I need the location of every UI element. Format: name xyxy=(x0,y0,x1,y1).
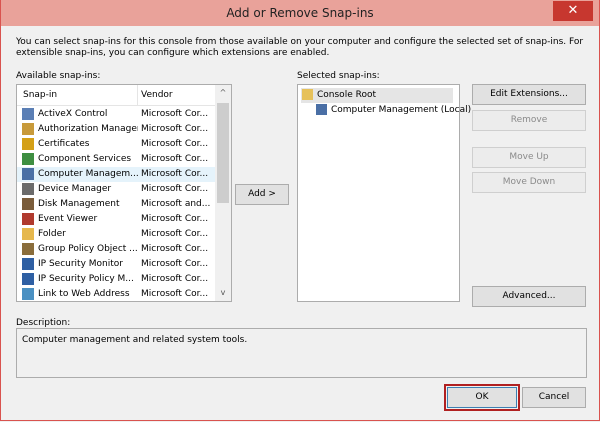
snapin-name: Device Manager xyxy=(38,184,112,194)
snapin-row[interactable]: Authorization Manager Microsoft Cor... xyxy=(17,122,215,137)
column-header-vendor[interactable]: Vendor xyxy=(141,90,173,100)
snapin-name: Component Services xyxy=(38,154,132,164)
tree-item-label: Console Root xyxy=(317,90,376,100)
snapin-name: Authorization Manager xyxy=(38,124,138,134)
snapin-row[interactable]: ActiveX Control Microsoft Cor... xyxy=(17,107,215,122)
advanced-button[interactable]: Advanced... xyxy=(472,286,586,307)
edit-extensions-button[interactable]: Edit Extensions... xyxy=(472,84,586,105)
snapin-row[interactable]: Folder Microsoft Cor... xyxy=(17,227,215,242)
device-manager-icon xyxy=(22,183,34,195)
snapin-row[interactable]: Certificates Microsoft Cor... xyxy=(17,137,215,152)
move-down-button[interactable]: Move Down xyxy=(472,172,586,193)
console-root-icon xyxy=(302,89,313,100)
computer-management-icon xyxy=(316,104,327,115)
folder-icon xyxy=(22,228,34,240)
snapin-row[interactable]: IP Security Policy M... Microsoft Cor... xyxy=(17,272,215,287)
computer-management-icon xyxy=(22,168,34,180)
snapin-vendor: Microsoft and... xyxy=(141,199,211,209)
selected-snapins-tree[interactable]: Console Root Computer Management (Local) xyxy=(297,84,471,302)
snapin-row[interactable]: Computer Managem... Microsoft Cor... xyxy=(17,167,215,182)
scroll-down-icon[interactable]: v xyxy=(218,288,228,297)
dialog-title: Add or Remove Snap-ins xyxy=(226,6,374,20)
column-header-snapin[interactable]: Snap-in xyxy=(23,90,57,100)
description-text: Computer management and related system t… xyxy=(22,335,248,345)
snapin-vendor: Microsoft Cor... xyxy=(141,124,209,134)
activex-icon xyxy=(22,108,34,120)
available-snapins-list[interactable]: Snap-in Vendor ActiveX Control Microsoft … xyxy=(16,84,232,302)
vertical-scrollbar[interactable]: ^ v xyxy=(215,85,231,301)
ip-security-monitor-icon xyxy=(22,258,34,270)
snapin-vendor: Microsoft Cor... xyxy=(141,259,209,269)
snapin-name: Computer Managem... xyxy=(38,169,138,179)
close-button[interactable]: ✕ xyxy=(553,1,593,21)
group-policy-icon xyxy=(22,243,34,255)
snapin-name: Certificates xyxy=(38,139,90,149)
ok-button[interactable]: OK xyxy=(444,384,520,411)
cancel-button[interactable]: Cancel xyxy=(522,387,586,408)
scroll-up-icon[interactable]: ^ xyxy=(218,88,228,97)
link-icon xyxy=(22,288,34,300)
column-divider[interactable] xyxy=(137,85,138,105)
snapin-name: Event Viewer xyxy=(38,214,98,224)
snapin-row[interactable]: Disk Management Microsoft and... xyxy=(17,197,215,212)
component-services-icon xyxy=(22,153,34,165)
snapin-vendor: Microsoft Cor... xyxy=(141,214,209,224)
snapin-row[interactable]: Device Manager Microsoft Cor... xyxy=(17,182,215,197)
description-box: Computer management and related system t… xyxy=(16,328,587,378)
add-remove-snapins-dialog: Add or Remove Snap-ins ✕ You can select … xyxy=(0,0,600,421)
list-header: Snap-in Vendor xyxy=(17,85,215,106)
event-viewer-icon xyxy=(22,213,34,225)
remove-button[interactable]: Remove xyxy=(472,110,586,131)
snapin-name: IP Security Policy M... xyxy=(38,274,134,284)
snapin-row[interactable]: Component Services Microsoft Cor... xyxy=(17,152,215,167)
snapin-name: Folder xyxy=(38,229,66,239)
snapin-vendor: Microsoft Cor... xyxy=(141,169,209,179)
tree-item-label: Computer Management (Local) xyxy=(331,105,472,115)
certificates-icon xyxy=(22,138,34,150)
snapin-name: IP Security Monitor xyxy=(38,259,123,269)
add-button[interactable]: Add > xyxy=(235,184,289,205)
close-icon: ✕ xyxy=(567,3,579,18)
snapin-vendor: Microsoft Cor... xyxy=(141,289,209,299)
snapin-name: Group Policy Object ... xyxy=(38,244,138,254)
move-up-button[interactable]: Move Up xyxy=(472,147,586,168)
snapin-row[interactable]: Event Viewer Microsoft Cor... xyxy=(17,212,215,227)
intro-text: You can select snap-ins for this console… xyxy=(16,37,584,58)
description-label: Description: xyxy=(16,318,71,328)
snapin-vendor: Microsoft Cor... xyxy=(141,184,209,194)
snapin-vendor: Microsoft Cor... xyxy=(141,109,209,119)
authorization-icon xyxy=(22,123,34,135)
available-snapins-label: Available snap-ins: xyxy=(16,71,101,81)
ip-security-policy-icon xyxy=(22,273,34,285)
snapin-vendor: Microsoft Cor... xyxy=(141,244,209,254)
selected-snapins-label: Selected snap-ins: xyxy=(297,71,380,81)
scrollbar-thumb[interactable] xyxy=(217,103,229,203)
disk-management-icon xyxy=(22,198,34,210)
snapin-name: ActiveX Control xyxy=(38,109,108,119)
snapin-row[interactable]: IP Security Monitor Microsoft Cor... xyxy=(17,257,215,272)
snapin-vendor: Microsoft Cor... xyxy=(141,154,209,164)
snapin-name: Disk Management xyxy=(38,199,120,209)
snapin-vendor: Microsoft Cor... xyxy=(141,139,209,149)
snapin-name: Link to Web Address xyxy=(38,289,130,299)
snapin-vendor: Microsoft Cor... xyxy=(141,274,209,284)
snapin-row[interactable]: Group Policy Object ... Microsoft Cor... xyxy=(17,242,215,257)
snapin-row[interactable]: Link to Web Address Microsoft Cor... xyxy=(17,287,215,301)
title-bar[interactable]: Add or Remove Snap-ins ✕ xyxy=(1,0,599,26)
snapin-vendor: Microsoft Cor... xyxy=(141,229,209,239)
